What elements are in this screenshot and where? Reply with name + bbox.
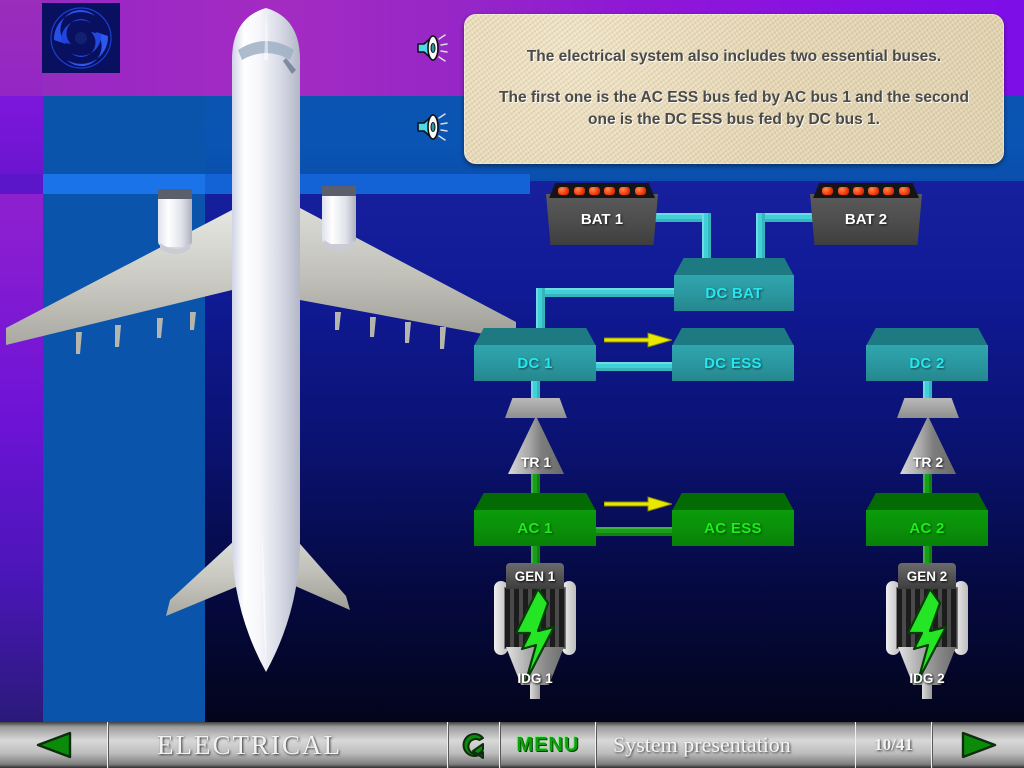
bus-label: AC ESS	[704, 520, 762, 537]
generator-idg-2[interactable]: GEN 2 IDG 2	[886, 563, 968, 688]
battery-label: BAT 2	[845, 211, 887, 228]
bus-top-face	[674, 258, 794, 276]
electrical-system-diagram: BAT 1 BAT 2 DC BAT DC 1	[0, 0, 1024, 722]
battery-bat1[interactable]: BAT 1	[546, 183, 658, 245]
idg-label: IDG 2	[886, 671, 968, 686]
bus-top-face	[474, 328, 596, 346]
section-subtitle: System presentation	[596, 722, 856, 768]
replay-button[interactable]	[448, 722, 500, 768]
bus-dc-ess[interactable]: DC ESS	[672, 328, 794, 381]
previous-button[interactable]	[0, 722, 108, 768]
bus-front-face: DC BAT	[674, 275, 794, 311]
battery-body: BAT 2	[810, 194, 922, 245]
generator-idg-1[interactable]: GEN 1 IDG 1	[494, 563, 576, 688]
bus-front-face: DC 2	[866, 345, 988, 381]
idg-label: IDG 1	[494, 671, 576, 686]
previous-arrow-icon	[32, 730, 76, 760]
page-indicator-text: 10/41	[874, 735, 913, 755]
tr-label: TR 1	[505, 454, 567, 470]
menu-button[interactable]: MENU	[500, 722, 596, 768]
bus-top-face	[866, 493, 988, 511]
transformer-rectifier-tr2[interactable]: TR 2	[897, 398, 959, 474]
bus-front-face: AC 1	[474, 510, 596, 546]
bus-dc-bat[interactable]: DC BAT	[674, 258, 794, 311]
bottom-navigation-bar: ELECTRICAL MENU System presentation 10/4…	[0, 722, 1024, 768]
battery-body: BAT 1	[546, 194, 658, 245]
bus-top-face	[672, 328, 794, 346]
bus-ac-2[interactable]: AC 2	[866, 493, 988, 546]
wire-dc1-to-dcess	[590, 362, 678, 371]
lightning-bolt-icon	[508, 587, 562, 683]
bus-label: AC 1	[517, 520, 552, 537]
presentation-stage: The electrical system also includes two …	[0, 0, 1024, 768]
next-arrow-icon	[957, 730, 1001, 760]
bus-front-face: DC 1	[474, 345, 596, 381]
bus-label: DC ESS	[704, 355, 762, 372]
wire-ac1-to-acess	[590, 527, 678, 536]
bus-front-face: AC ESS	[672, 510, 794, 546]
tr-label: TR 2	[897, 454, 959, 470]
bus-dc-2[interactable]: DC 2	[866, 328, 988, 381]
generator-cap: GEN 2	[898, 563, 956, 589]
generator-label: GEN 1	[515, 569, 556, 584]
chapter-title: ELECTRICAL	[108, 722, 448, 768]
menu-button-label: MENU	[517, 734, 580, 757]
battery-cell-lid	[549, 183, 655, 198]
bus-ac-ess[interactable]: AC ESS	[672, 493, 794, 546]
bus-label: AC 2	[909, 520, 944, 537]
bus-label: DC 2	[909, 355, 944, 372]
bus-dc-1[interactable]: DC 1	[474, 328, 596, 381]
battery-label: BAT 1	[581, 211, 623, 228]
bus-front-face: AC 2	[866, 510, 988, 546]
bus-label: DC 1	[517, 355, 552, 372]
dc-ess-flow-arrow	[604, 331, 672, 349]
bus-front-face: DC ESS	[672, 345, 794, 381]
bus-top-face	[866, 328, 988, 346]
chapter-title-text: ELECTRICAL	[157, 730, 342, 761]
lightning-bolt-icon	[900, 587, 954, 683]
wire-dcbat-to-dc1	[536, 288, 678, 297]
battery-cell-lid	[813, 183, 919, 198]
replay-icon	[459, 729, 489, 761]
section-subtitle-text: System presentation	[613, 732, 791, 758]
generator-cap: GEN 1	[506, 563, 564, 589]
ac-ess-flow-arrow	[604, 495, 672, 513]
bus-top-face	[672, 493, 794, 511]
tr-mount-plate	[505, 398, 567, 418]
bus-label: DC BAT	[705, 285, 762, 302]
page-indicator: 10/41	[856, 722, 932, 768]
generator-label: GEN 2	[907, 569, 948, 584]
battery-bat2[interactable]: BAT 2	[810, 183, 922, 245]
transformer-rectifier-tr1[interactable]: TR 1	[505, 398, 567, 474]
tr-mount-plate	[897, 398, 959, 418]
bus-ac-1[interactable]: AC 1	[474, 493, 596, 546]
next-button[interactable]	[932, 722, 1024, 768]
bus-top-face	[474, 493, 596, 511]
